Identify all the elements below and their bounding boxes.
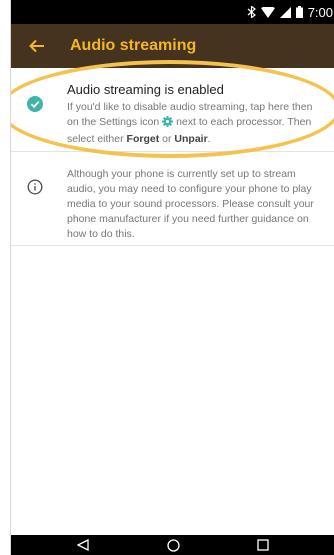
period-label: . xyxy=(207,133,211,145)
info-icon xyxy=(27,179,43,200)
phone-screen: 7:00 Audio streaming Audio streaming is … xyxy=(10,0,334,555)
arrow-left-icon xyxy=(29,39,44,53)
app-bar: Audio streaming xyxy=(11,24,334,68)
streaming-status-item[interactable]: Audio streaming is enabled If you'd like… xyxy=(11,68,334,152)
info-text: Although your phone is currently set up … xyxy=(67,168,314,240)
back-button[interactable] xyxy=(15,24,59,68)
page-title: Audio streaming xyxy=(70,37,197,54)
back-triangle-icon[interactable] xyxy=(75,538,91,552)
cellular-signal-icon xyxy=(279,6,291,18)
status-bar: 7:00 xyxy=(11,0,334,24)
settings-gear-icon xyxy=(162,116,174,132)
content-list: Audio streaming is enabled If you'd like… xyxy=(11,68,334,246)
wifi-icon xyxy=(260,6,275,18)
home-circle-icon[interactable] xyxy=(165,538,181,552)
forget-label: Forget xyxy=(126,133,160,145)
check-circle-icon xyxy=(27,96,43,117)
bluetooth-icon xyxy=(247,6,256,18)
or-label: or xyxy=(162,133,172,145)
streaming-status-title: Audio streaming is enabled xyxy=(67,82,224,97)
clock-time: 7:00 xyxy=(307,4,333,20)
info-item: Although your phone is currently set up … xyxy=(11,152,334,246)
navigation-bar xyxy=(11,535,334,555)
streaming-status-description: If you'd like to disable audio streaming… xyxy=(67,100,325,147)
unpair-label: Unpair xyxy=(174,133,208,145)
recents-square-icon[interactable] xyxy=(255,538,271,552)
battery-icon xyxy=(295,6,303,18)
